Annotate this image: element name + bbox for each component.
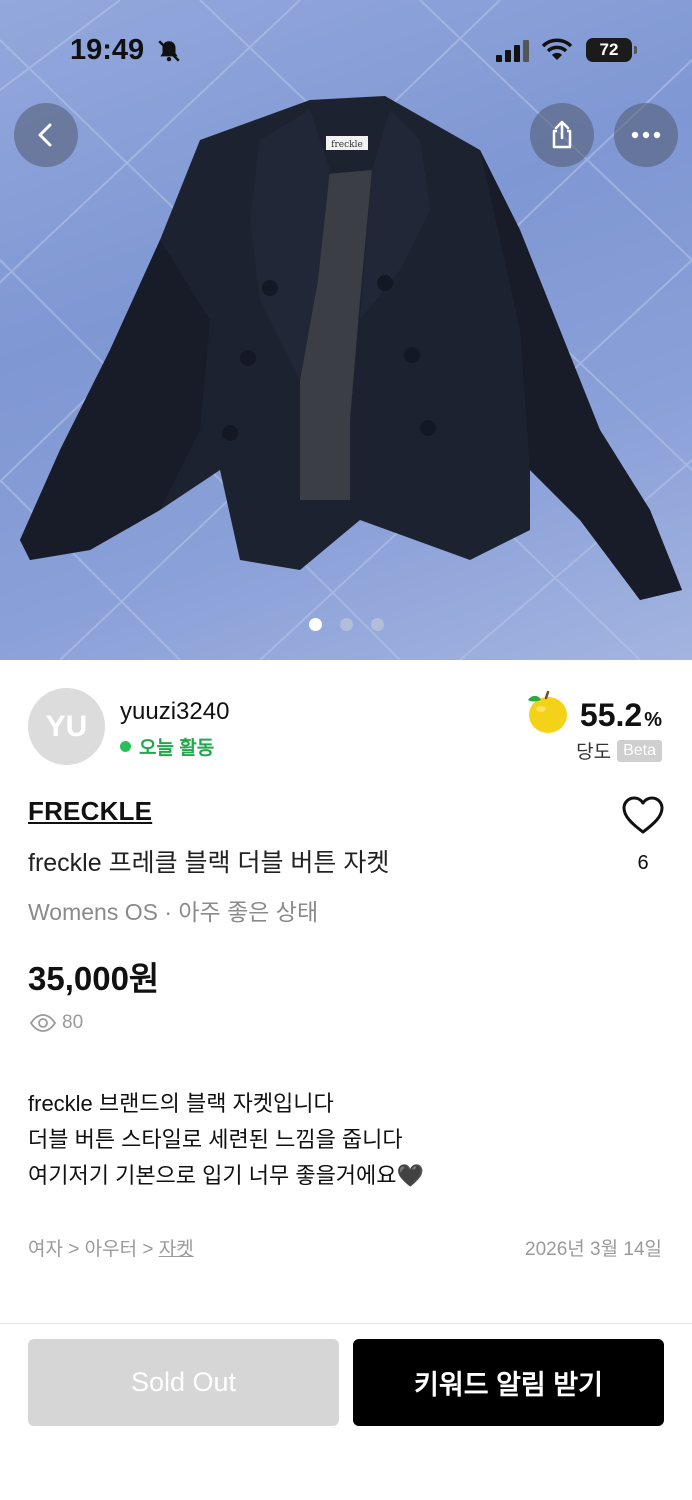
seller-activity: 오늘 활동 xyxy=(120,733,214,760)
product-title: freckle 프레클 블랙 더블 버튼 자켓 xyxy=(28,849,390,877)
product-meta: Womens OS · 아주 좋은 상태 xyxy=(28,899,319,925)
description-line: 더블 버튼 스타일로 세련된 느낌을 줍니다 xyxy=(28,1127,403,1152)
rating-label: 당도 xyxy=(576,742,612,763)
sweetness-rating[interactable]: 55.2% xyxy=(524,690,662,734)
wifi-icon xyxy=(541,38,573,60)
svg-text:freckle: freckle xyxy=(331,140,363,150)
rating-caption: 당도 Beta xyxy=(576,737,662,764)
product-image-carousel[interactable]: freckle 19:49 72 xyxy=(0,0,692,660)
status-bar: 19:49 72 xyxy=(0,34,692,70)
jacket-photo: freckle xyxy=(0,0,692,660)
more-options-button[interactable] xyxy=(614,103,678,167)
beta-badge: Beta xyxy=(617,739,662,762)
description-line: freckle 브랜드의 블랙 자켓입니다 xyxy=(28,1091,334,1116)
rating-unit: % xyxy=(644,709,662,731)
status-time: 19:49 xyxy=(70,34,145,66)
carousel-indicator xyxy=(0,618,692,631)
battery-icon: 72 xyxy=(586,38,637,62)
signal-icon xyxy=(496,40,529,62)
brand-link[interactable]: FRECKLE xyxy=(28,796,152,827)
apple-icon xyxy=(527,690,567,733)
sold-out-button[interactable]: Sold Out xyxy=(28,1339,339,1426)
posted-date: 2026년 3월 14일 xyxy=(525,1239,662,1260)
like-count: 6 xyxy=(637,852,649,874)
category-path: 여자 > 아우터 > xyxy=(28,1239,159,1260)
views-number: 80 xyxy=(62,1012,84,1033)
rating-value: 55.2 xyxy=(579,697,643,733)
online-indicator xyxy=(120,741,131,752)
share-icon xyxy=(552,120,572,149)
seller-username[interactable]: yuuzi3240 xyxy=(120,698,229,726)
product-description: freckle 브랜드의 블랙 자켓입니다 더블 버튼 스타일로 세련된 느낌을… xyxy=(28,1086,424,1194)
heart-icon[interactable] xyxy=(621,795,665,835)
bell-off-icon xyxy=(158,40,180,62)
eye-icon xyxy=(30,1014,56,1032)
more-icon xyxy=(631,131,661,139)
share-button[interactable] xyxy=(530,103,594,167)
carousel-dot[interactable] xyxy=(370,618,384,631)
seller-avatar[interactable]: YU xyxy=(28,688,105,765)
description-line: 여기저기 기본으로 입기 너무 좋을거에요🖤 xyxy=(28,1163,424,1188)
carousel-dot[interactable] xyxy=(339,618,353,631)
view-count: 80 xyxy=(30,1012,83,1034)
category-leaf-link[interactable]: 자켓 xyxy=(159,1239,194,1260)
activity-text: 오늘 활동 xyxy=(139,738,215,759)
keyword-alert-button[interactable]: 키워드 알림 받기 xyxy=(353,1339,664,1426)
product-price: 35,000원 xyxy=(28,960,160,997)
carousel-dot[interactable] xyxy=(308,618,322,631)
category-breadcrumb: 여자 > 아우터 > 자켓 xyxy=(28,1234,194,1261)
back-button[interactable] xyxy=(14,103,78,167)
back-icon xyxy=(38,123,52,147)
